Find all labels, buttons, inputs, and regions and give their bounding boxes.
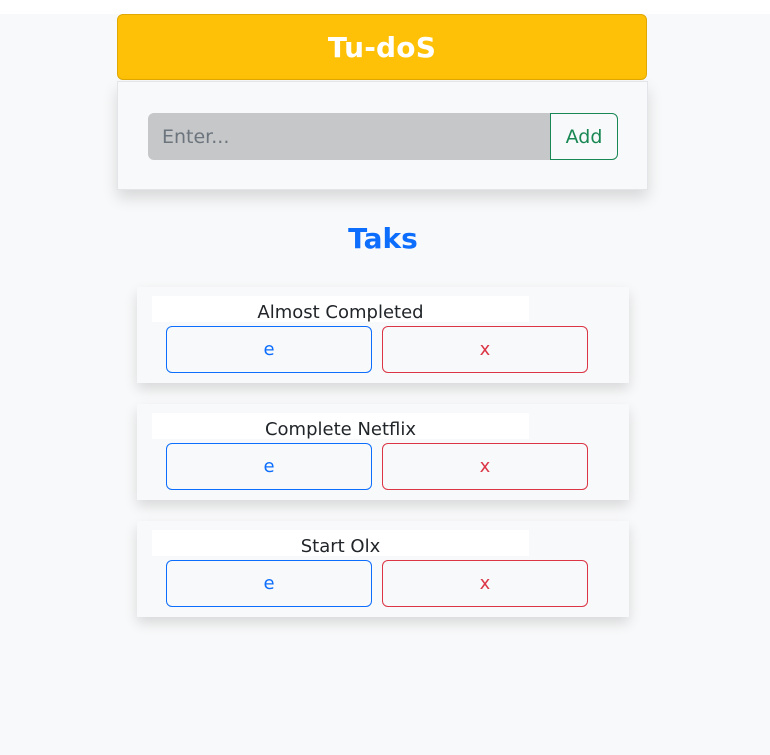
task-card: Start Olx e x — [137, 521, 629, 617]
edit-task-button[interactable]: e — [166, 326, 372, 373]
add-button[interactable]: Add — [550, 113, 618, 160]
task-card: Almost Completed e x — [137, 287, 629, 383]
add-task-input-group: Add — [148, 113, 618, 160]
task-card: Complete Netflix e x — [137, 404, 629, 500]
delete-task-button[interactable]: x — [382, 326, 588, 373]
app-title: Tu-doS — [327, 30, 437, 64]
task-name: Complete Netflix — [152, 413, 529, 440]
task-input[interactable] — [148, 113, 550, 160]
delete-task-button[interactable]: x — [382, 560, 588, 607]
app-header: Tu-doS — [117, 14, 647, 80]
add-task-card: Add — [117, 81, 648, 190]
task-list-title: Taks — [348, 222, 418, 255]
edit-task-button[interactable]: e — [166, 443, 372, 490]
edit-task-button[interactable]: e — [166, 560, 372, 607]
top-strip — [0, 0, 770, 14]
task-name: Start Olx — [152, 530, 529, 557]
delete-task-button[interactable]: x — [382, 443, 588, 490]
task-name: Almost Completed — [152, 296, 529, 323]
